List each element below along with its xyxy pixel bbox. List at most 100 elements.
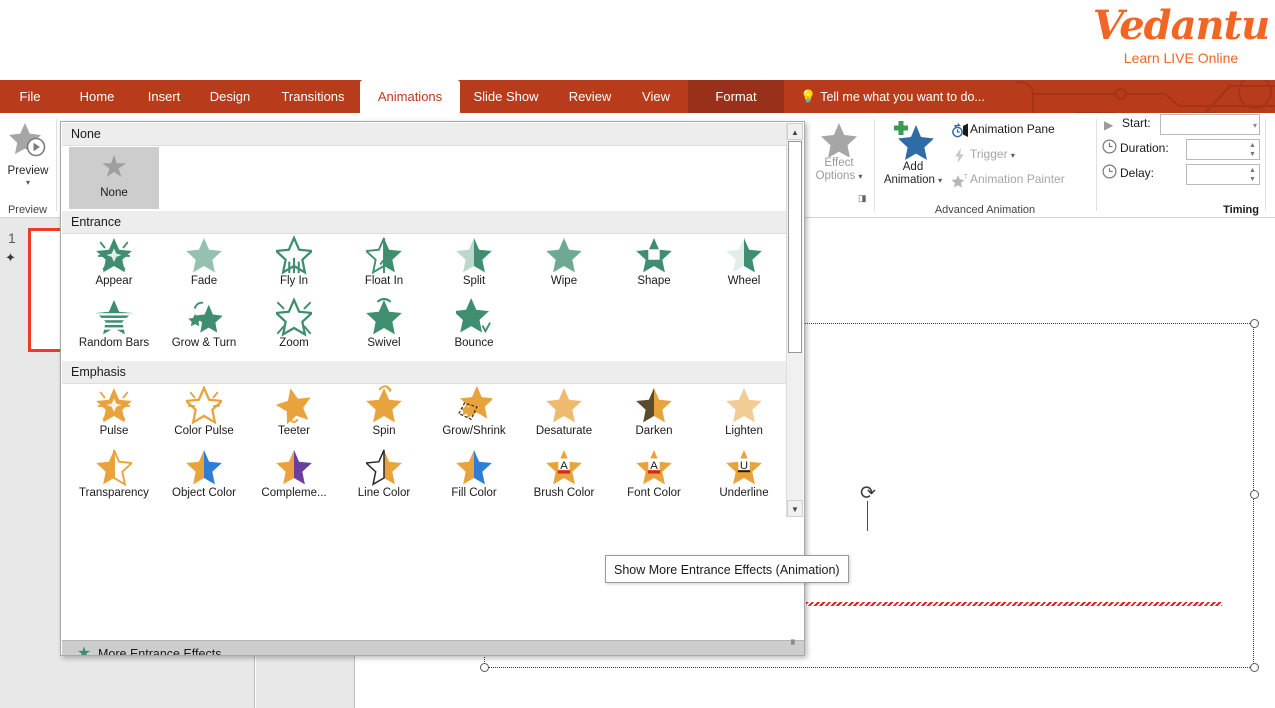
animation-pane-button[interactable]: Animation Pane <box>950 118 1055 141</box>
ribbon-tab-review[interactable]: Review <box>556 80 624 113</box>
duration-spinner[interactable]: ▲▼ <box>1186 139 1260 160</box>
selection-handle-middle-right[interactable] <box>1250 490 1259 499</box>
animation-tile-fade[interactable]: Fade <box>159 235 249 297</box>
animation-tile-grow-shrink[interactable]: Grow/Shrink <box>429 385 519 447</box>
star-desaturate-icon <box>519 385 609 425</box>
ribbon-tab-label: Transitions <box>281 89 344 104</box>
animation-tile-label: Grow/Shrink <box>429 425 519 438</box>
start-label: Start: <box>1122 116 1151 130</box>
ribbon-tab-slide-show[interactable]: Slide Show <box>462 80 550 113</box>
scrollbar-thumb[interactable] <box>788 141 802 353</box>
gallery-section-header-none: None <box>62 123 786 146</box>
animation-tile-underline[interactable]: UUnderline <box>699 447 789 509</box>
animation-tile-compleme[interactable]: Compleme... <box>249 447 339 509</box>
selection-handle-bottom-left[interactable] <box>480 663 489 672</box>
ribbon-tab-format[interactable]: Format <box>688 80 784 113</box>
ribbon-tab-file[interactable]: File <box>10 80 50 113</box>
scroll-down-arrow-icon[interactable]: ▼ <box>787 500 803 517</box>
menu-item-more-entrance-effects[interactable]: ★More Entrance Effects... <box>62 640 805 656</box>
add-animation-label-line1: Add <box>878 161 948 174</box>
star-teeter-icon <box>249 385 339 425</box>
animation-star-icon: ✦ <box>5 250 16 266</box>
duration-stepper[interactable]: ▲▼ <box>1247 141 1258 158</box>
ribbon-group-preview: Preview ▾ Preview <box>0 113 55 218</box>
start-dropdown[interactable]: ▾ <box>1160 114 1260 135</box>
animation-tile-label: None <box>69 187 159 200</box>
animation-tile-none[interactable]: ★None <box>69 147 159 209</box>
ribbon-tab-label: Animations <box>378 89 442 104</box>
animation-tile-label: Fly In <box>249 275 339 288</box>
animation-tile-font-color[interactable]: AFont Color <box>609 447 699 509</box>
star-transparency-icon <box>69 447 159 487</box>
effect-options-button[interactable]: Effect Options ▾ <box>808 121 870 183</box>
gallery-scrollbar[interactable]: ▲ ▼ <box>786 123 803 517</box>
preview-dropdown-caret[interactable]: ▾ <box>3 178 53 188</box>
animation-tile-spin[interactable]: Spin <box>339 385 429 447</box>
star-flyin-icon <box>249 235 339 275</box>
animation-tile-fill-color[interactable]: Fill Color <box>429 447 519 509</box>
ribbon-tab-insert[interactable]: Insert <box>134 80 194 113</box>
delay-stepper[interactable]: ▲▼ <box>1247 166 1258 183</box>
animation-tile-swivel[interactable]: Swivel <box>339 297 429 359</box>
scroll-up-arrow-icon[interactable]: ▲ <box>787 123 803 140</box>
animation-tile-object-color[interactable]: Object Color <box>159 447 249 509</box>
preview-button[interactable]: Preview ▾ <box>3 119 53 188</box>
tooltip: Show More Entrance Effects (Animation) <box>605 555 849 583</box>
effect-options-label-line1: Effect <box>808 157 870 170</box>
animation-tile-label: Swivel <box>339 337 429 350</box>
animation-tile-line-color[interactable]: Line Color <box>339 447 429 509</box>
effect-options-label-line2: Options ▾ <box>808 170 870 183</box>
animation-tile-appear[interactable]: Appear <box>69 235 159 297</box>
animation-tile-random-bars[interactable]: Random Bars <box>69 297 159 359</box>
delay-label: Delay: <box>1120 166 1154 180</box>
delay-spinner[interactable]: ▲▼ <box>1186 164 1260 185</box>
selection-handle-top-right[interactable] <box>1250 319 1259 328</box>
animation-tile-split[interactable]: Split <box>429 235 519 297</box>
tell-me-search[interactable]: 💡Tell me what you want to do... <box>800 80 985 113</box>
resize-grip[interactable]: ▘ <box>791 640 799 651</box>
animation-dialog-launcher[interactable]: ◨ <box>858 193 867 204</box>
animation-tile-wipe[interactable]: Wipe <box>519 235 609 297</box>
animation-tile-grow-turn[interactable]: Grow & Turn <box>159 297 249 359</box>
star-spin-icon <box>339 385 429 425</box>
animation-tile-label: Fade <box>159 275 249 288</box>
trigger-lightning-icon <box>950 143 970 166</box>
ribbon-tab-view[interactable]: View <box>628 80 684 113</box>
animation-tile-zoom[interactable]: Zoom <box>249 297 339 359</box>
animation-tile-darken[interactable]: Darken <box>609 385 699 447</box>
animation-tile-wheel[interactable]: Wheel <box>699 235 789 297</box>
animation-tile-label: Wheel <box>699 275 789 288</box>
animation-tile-color-pulse[interactable]: Color Pulse <box>159 385 249 447</box>
ribbon-decoration <box>955 80 1275 113</box>
animation-tile-label: Pulse <box>69 425 159 438</box>
animation-tile-shape[interactable]: Shape <box>609 235 699 297</box>
chevron-down-icon: ▾ <box>1253 121 1257 130</box>
animation-tile-brush-color[interactable]: ABrush Color <box>519 447 609 509</box>
ribbon-tab-transitions[interactable]: Transitions <box>268 80 358 113</box>
animation-tile-float-in[interactable]: Float In <box>339 235 429 297</box>
star-fade-icon <box>159 235 249 275</box>
animation-tile-label: Zoom <box>249 337 339 350</box>
star-floatin-icon <box>339 235 429 275</box>
preview-button-label: Preview <box>3 165 53 178</box>
star-green-icon: ★ <box>73 641 95 656</box>
animation-tile-teeter[interactable]: Teeter <box>249 385 339 447</box>
animation-tile-label: Darken <box>609 425 699 438</box>
trigger-button[interactable]: Trigger ▾ <box>950 143 1015 166</box>
selection-handle-bottom-right[interactable] <box>1250 663 1259 672</box>
animation-tile-pulse[interactable]: Pulse <box>69 385 159 447</box>
ribbon-tab-animations[interactable]: Animations <box>360 80 460 113</box>
trigger-label: Trigger <box>970 147 1008 161</box>
animation-painter-button[interactable]: Animation Painter <box>950 168 1065 191</box>
animation-tile-bounce[interactable]: Bounce <box>429 297 519 359</box>
animation-tile-fly-in[interactable]: Fly In <box>249 235 339 297</box>
gallery-section-header-entrance: Entrance <box>62 211 786 234</box>
add-animation-button[interactable]: Add Animation ▾ <box>878 119 948 187</box>
chevron-down-icon: ▾ <box>1011 151 1015 160</box>
animation-tile-transparency[interactable]: Transparency <box>69 447 159 509</box>
animation-tile-lighten[interactable]: Lighten <box>699 385 789 447</box>
animation-tile-desaturate[interactable]: Desaturate <box>519 385 609 447</box>
animation-tile-label: Grow & Turn <box>159 337 249 350</box>
ribbon-tab-design[interactable]: Design <box>198 80 262 113</box>
ribbon-tab-home[interactable]: Home <box>64 80 130 113</box>
